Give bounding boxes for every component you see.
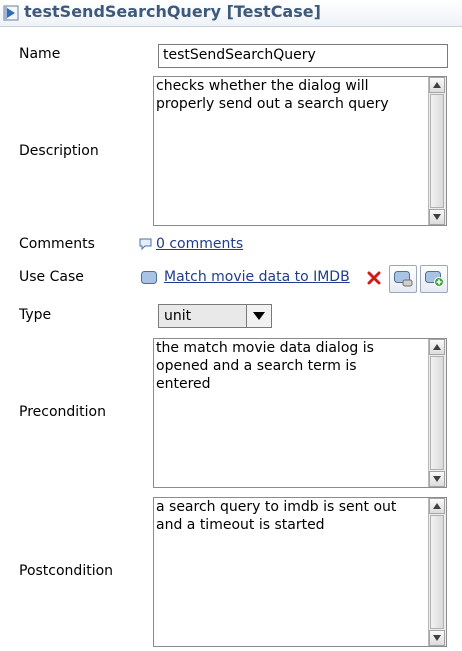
- comments-link[interactable]: 0 comments: [156, 236, 243, 252]
- description-value: checks whether the dialog will properly …: [156, 78, 389, 112]
- add-use-case-icon: [425, 271, 444, 287]
- description-field[interactable]: checks whether the dialog will properly …: [153, 76, 447, 226]
- type-dropdown[interactable]: unit: [158, 304, 272, 328]
- scroll-down-button[interactable]: [429, 630, 445, 646]
- arrow-up-icon: [433, 503, 441, 509]
- scroll-up-button[interactable]: [429, 77, 445, 93]
- postcondition-scrollbar[interactable]: [428, 498, 446, 646]
- arrow-up-icon: [433, 344, 441, 350]
- precondition-label: Precondition: [19, 404, 106, 420]
- page-title: testSendSearchQuery [TestCase]: [24, 2, 321, 21]
- scroll-thumb[interactable]: [430, 515, 444, 629]
- scroll-up-button[interactable]: [429, 498, 445, 514]
- testcase-icon: [3, 5, 19, 21]
- comment-bubble-icon: [139, 238, 152, 250]
- postcondition-value: a search query to imdb is sent out and a…: [156, 499, 397, 533]
- scroll-thumb[interactable]: [430, 94, 444, 208]
- type-label: Type: [19, 307, 52, 323]
- add-use-case-button[interactable]: [420, 265, 448, 293]
- precondition-field[interactable]: the match movie data dialog is opened an…: [153, 338, 447, 488]
- postcondition-field[interactable]: a search query to imdb is sent out and a…: [153, 497, 447, 647]
- description-label: Description: [19, 143, 99, 159]
- precondition-value: the match movie data dialog is opened an…: [156, 340, 374, 392]
- use-case-link[interactable]: Match movie data to IMDB: [164, 269, 350, 285]
- description-scrollbar[interactable]: [428, 77, 446, 225]
- postcondition-label: Postcondition: [19, 563, 114, 579]
- name-label: Name: [19, 46, 61, 62]
- name-field[interactable]: testSendSearchQuery: [158, 44, 448, 68]
- type-value: unit: [164, 308, 192, 324]
- remove-icon[interactable]: [367, 271, 381, 285]
- use-case-icon: [141, 271, 157, 284]
- scroll-up-button[interactable]: [429, 339, 445, 355]
- arrow-up-icon: [433, 82, 441, 88]
- editor-header: testSendSearchQuery [TestCase]: [0, 0, 462, 27]
- arrow-down-icon: [433, 476, 441, 482]
- browse-use-case-button[interactable]: [389, 265, 417, 293]
- link-use-case-icon: [394, 271, 413, 287]
- arrow-down-icon: [433, 214, 441, 220]
- name-value: testSendSearchQuery: [163, 47, 316, 63]
- arrow-down-icon: [433, 635, 441, 641]
- scroll-down-button[interactable]: [429, 209, 445, 225]
- use-case-label: Use Case: [19, 269, 84, 285]
- scroll-thumb[interactable]: [430, 356, 444, 470]
- scroll-down-button[interactable]: [429, 471, 445, 487]
- chevron-down-icon[interactable]: [246, 305, 271, 327]
- comments-label: Comments: [19, 236, 95, 252]
- precondition-scrollbar[interactable]: [428, 339, 446, 487]
